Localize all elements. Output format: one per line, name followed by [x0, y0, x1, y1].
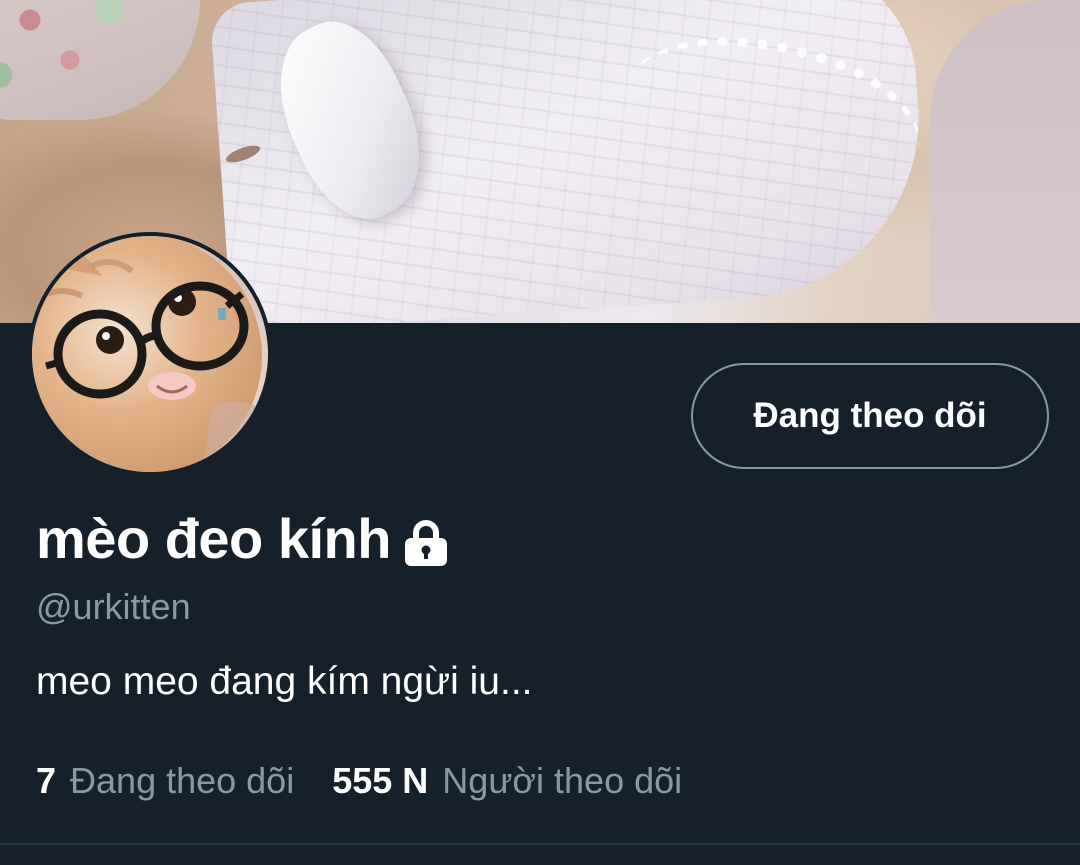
profile-handle: @urkitten: [36, 586, 191, 627]
following-stat-link[interactable]: 7 Đang theo dõi: [36, 760, 294, 802]
following-label: Đang theo dõi: [70, 760, 295, 801]
avatar[interactable]: [28, 232, 272, 476]
avatar-cat-with-glasses-image: [32, 236, 268, 472]
profile-bio: meo meo đang kím ngừi iu...: [36, 660, 533, 703]
followers-count: 555 N: [332, 760, 429, 801]
divider: [0, 843, 1080, 845]
profile-page: Đang theo dõi mèo đeo kính @urkitten meo…: [0, 0, 1080, 865]
banner-blanket: [930, 0, 1080, 323]
display-name-row: mèo đeo kính: [36, 506, 449, 571]
banner-flower-fabric: [0, 0, 200, 120]
following-button[interactable]: Đang theo dõi: [691, 363, 1049, 469]
lock-icon: [403, 516, 449, 566]
following-count: 7: [36, 760, 57, 801]
followers-label: Người theo dõi: [442, 760, 683, 801]
profile-stats: 7 Đang theo dõi 555 N Người theo dõi: [36, 760, 682, 802]
followers-stat-link[interactable]: 555 N Người theo dõi: [332, 760, 682, 802]
display-name: mèo đeo kính: [36, 507, 391, 570]
